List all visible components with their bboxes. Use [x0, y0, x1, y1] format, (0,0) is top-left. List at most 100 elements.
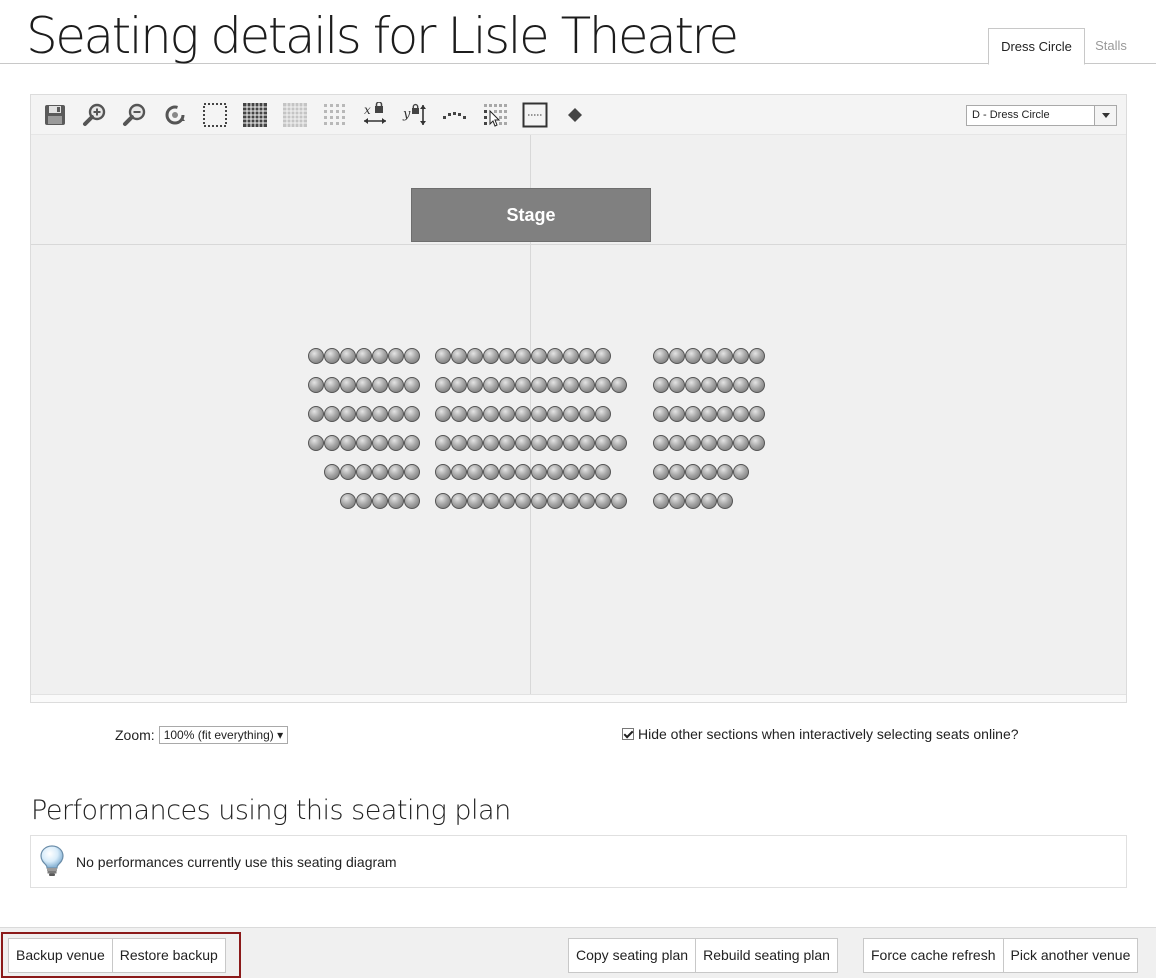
seat[interactable]	[579, 493, 595, 509]
seat[interactable]	[563, 435, 579, 451]
seat[interactable]	[685, 493, 701, 509]
seat[interactable]	[669, 348, 685, 364]
tab-dress-circle[interactable]: Dress Circle	[988, 28, 1085, 65]
seat[interactable]	[531, 493, 547, 509]
seat[interactable]	[356, 377, 372, 393]
seat[interactable]	[356, 493, 372, 509]
seat[interactable]	[531, 406, 547, 422]
seat[interactable]	[611, 435, 627, 451]
seat[interactable]	[499, 406, 515, 422]
seat[interactable]	[669, 493, 685, 509]
seat[interactable]	[733, 348, 749, 364]
select-box-icon[interactable]	[202, 102, 228, 128]
restore-backup-button[interactable]: Restore backup	[111, 939, 225, 972]
seat[interactable]	[499, 435, 515, 451]
seat[interactable]	[515, 348, 531, 364]
seat[interactable]	[749, 348, 765, 364]
force-cache-refresh-button[interactable]: Force cache refresh	[864, 939, 1003, 972]
seat[interactable]	[451, 464, 467, 480]
seat[interactable]	[733, 464, 749, 480]
seat[interactable]	[701, 406, 717, 422]
seat[interactable]	[563, 377, 579, 393]
seat[interactable]	[579, 406, 595, 422]
seat[interactable]	[611, 493, 627, 509]
seat[interactable]	[404, 435, 420, 451]
zoom-out-icon[interactable]	[122, 102, 148, 128]
seat[interactable]	[579, 435, 595, 451]
seat[interactable]	[467, 406, 483, 422]
seat[interactable]	[435, 493, 451, 509]
seat[interactable]	[372, 406, 388, 422]
seat[interactable]	[499, 377, 515, 393]
seat[interactable]	[547, 406, 563, 422]
zoom-in-icon[interactable]	[82, 102, 108, 128]
lock-x-icon[interactable]: x	[362, 102, 388, 128]
seat[interactable]	[372, 435, 388, 451]
seat[interactable]	[595, 348, 611, 364]
seat[interactable]	[653, 377, 669, 393]
seat[interactable]	[356, 406, 372, 422]
grid-full-icon[interactable]	[242, 102, 268, 128]
seat[interactable]	[451, 377, 467, 393]
seat[interactable]	[388, 464, 404, 480]
seat[interactable]	[324, 377, 340, 393]
seat[interactable]	[388, 406, 404, 422]
seat[interactable]	[515, 435, 531, 451]
seat[interactable]	[467, 348, 483, 364]
seat[interactable]	[717, 348, 733, 364]
seat[interactable]	[388, 493, 404, 509]
seat[interactable]	[388, 435, 404, 451]
seat[interactable]	[595, 377, 611, 393]
seat[interactable]	[404, 464, 420, 480]
seat[interactable]	[388, 348, 404, 364]
seat[interactable]	[669, 406, 685, 422]
seat[interactable]	[356, 464, 372, 480]
seat[interactable]	[308, 377, 324, 393]
seat[interactable]	[749, 435, 765, 451]
seat[interactable]	[324, 464, 340, 480]
seat[interactable]	[685, 377, 701, 393]
seat[interactable]	[356, 435, 372, 451]
seat[interactable]	[451, 435, 467, 451]
seat[interactable]	[483, 464, 499, 480]
seat[interactable]	[372, 493, 388, 509]
seat[interactable]	[717, 493, 733, 509]
seat[interactable]	[563, 464, 579, 480]
seat[interactable]	[653, 464, 669, 480]
save-icon[interactable]	[42, 102, 68, 128]
seat[interactable]	[653, 493, 669, 509]
seat[interactable]	[515, 464, 531, 480]
seat[interactable]	[435, 435, 451, 451]
seat[interactable]	[563, 406, 579, 422]
seat[interactable]	[733, 377, 749, 393]
seat[interactable]	[701, 464, 717, 480]
seat[interactable]	[499, 493, 515, 509]
seat[interactable]	[717, 464, 733, 480]
seat[interactable]	[531, 435, 547, 451]
seat[interactable]	[717, 377, 733, 393]
seat[interactable]	[372, 377, 388, 393]
tab-stalls[interactable]: Stalls	[1088, 28, 1134, 64]
seat[interactable]	[451, 348, 467, 364]
seat[interactable]	[404, 406, 420, 422]
label-box-icon[interactable]	[522, 102, 548, 128]
seat[interactable]	[467, 377, 483, 393]
seat[interactable]	[483, 377, 499, 393]
seat[interactable]	[483, 493, 499, 509]
seat[interactable]	[669, 377, 685, 393]
seat[interactable]	[563, 348, 579, 364]
seat[interactable]	[595, 435, 611, 451]
seat[interactable]	[467, 435, 483, 451]
seat[interactable]	[701, 348, 717, 364]
seat[interactable]	[685, 435, 701, 451]
seat[interactable]	[372, 348, 388, 364]
seat[interactable]	[515, 377, 531, 393]
seat[interactable]	[579, 464, 595, 480]
seat[interactable]	[324, 348, 340, 364]
seat[interactable]	[388, 377, 404, 393]
seat[interactable]	[340, 348, 356, 364]
seat[interactable]	[451, 493, 467, 509]
refresh-icon[interactable]	[162, 102, 188, 128]
diamond-icon[interactable]	[562, 102, 588, 128]
seat[interactable]	[451, 406, 467, 422]
